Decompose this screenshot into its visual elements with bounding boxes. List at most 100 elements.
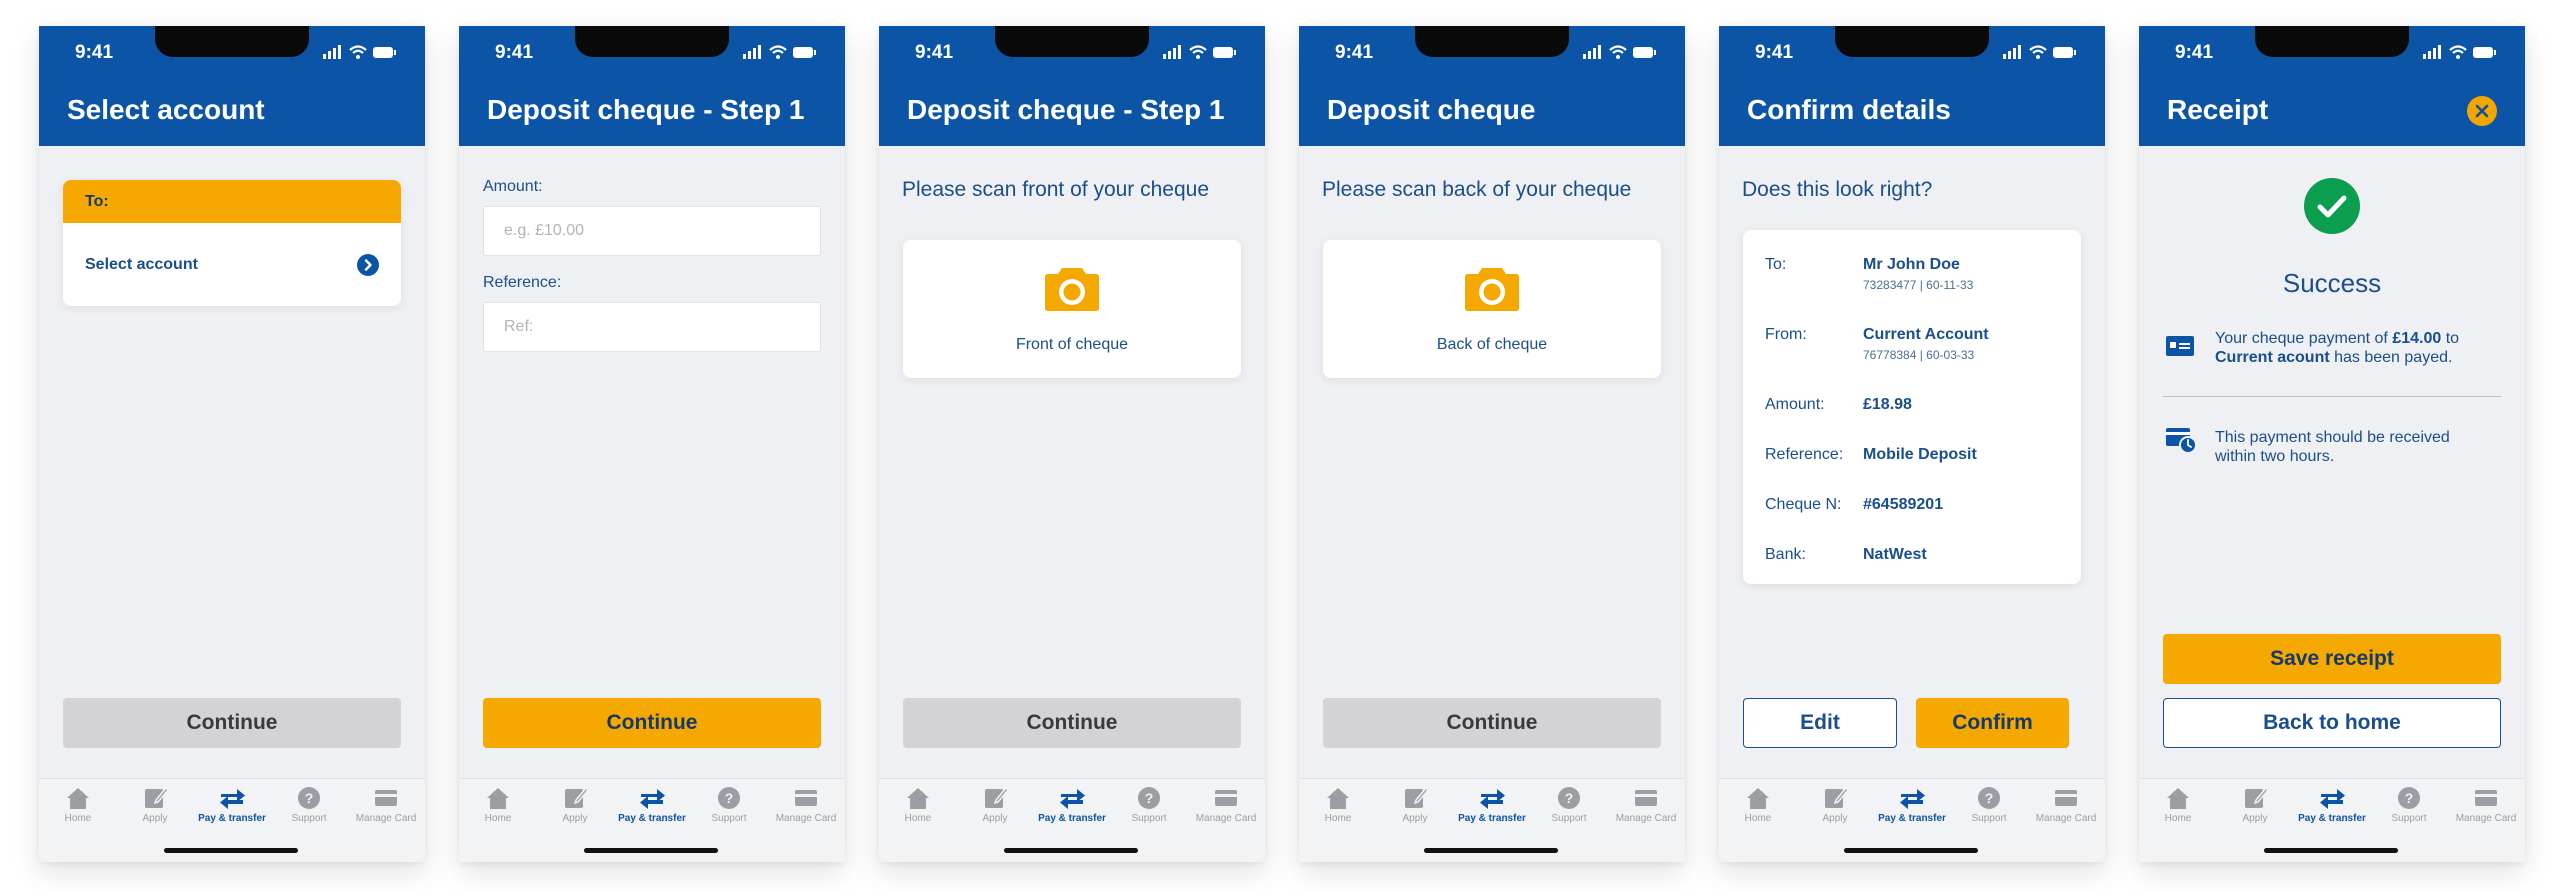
- screen-deposit-step1-amount: 9:41 Deposit cheque - Step 1 Amount: e.g…: [459, 26, 845, 862]
- back-to-home-button[interactable]: Back to home: [2163, 698, 2501, 748]
- tab-pay-transfer[interactable]: Pay & transfer: [613, 785, 691, 824]
- card-icon: [795, 790, 817, 806]
- close-button[interactable]: [2467, 96, 2497, 126]
- edit-form-icon: [2245, 786, 2269, 808]
- tab-manage-card[interactable]: Manage Card: [347, 785, 425, 824]
- detail-label: Amount:: [1765, 396, 1825, 413]
- tab-apply[interactable]: Apply: [1376, 785, 1454, 824]
- tab-home[interactable]: Home: [1719, 785, 1797, 824]
- tab-home[interactable]: Home: [2139, 785, 2217, 824]
- tab-apply[interactable]: Apply: [536, 785, 614, 824]
- tab-apply[interactable]: Apply: [116, 785, 194, 824]
- tab-manage-card[interactable]: Manage Card: [1187, 785, 1265, 824]
- detail-label: Cheque N:: [1765, 496, 1842, 513]
- scan-back-label: Back of cheque: [1436, 336, 1548, 353]
- transfer-arrows-icon: [1480, 789, 1505, 809]
- tab-label-apply: Apply: [1822, 813, 1848, 824]
- camera-icon: [1045, 268, 1099, 311]
- continue-button[interactable]: Continue: [483, 698, 821, 748]
- tab-apply[interactable]: Apply: [1796, 785, 1874, 824]
- msg-amount: £14.00: [2392, 330, 2442, 347]
- tab-pay-transfer[interactable]: Pay & transfer: [2293, 785, 2371, 824]
- save-receipt-button[interactable]: Save receipt: [2163, 634, 2501, 684]
- screen-scan-back: 9:41 Deposit cheque Please scan back of …: [1299, 26, 1685, 862]
- continue-button[interactable]: Continue: [903, 698, 1241, 748]
- amount-input[interactable]: e.g. £10.00: [483, 206, 821, 256]
- reference-label: Reference:: [483, 274, 562, 291]
- header: 9:41 Deposit cheque - Step 1: [879, 26, 1265, 146]
- notch: [1415, 26, 1569, 57]
- chevron-right-icon[interactable]: [357, 254, 379, 276]
- scan-front-card[interactable]: Front of cheque: [903, 240, 1241, 378]
- continue-button[interactable]: Continue: [63, 698, 401, 748]
- transfer-arrows-icon: [1900, 789, 1925, 809]
- question-icon: ?: [298, 787, 320, 809]
- edit-form-icon: [1405, 786, 1429, 808]
- tab-label-home: Home: [1744, 813, 1772, 824]
- card-icon: [2475, 790, 2497, 806]
- screen-scan-front: 9:41 Deposit cheque - Step 1 Please scan…: [879, 26, 1265, 862]
- tab-apply[interactable]: Apply: [2216, 785, 2294, 824]
- svg-text:?: ?: [725, 790, 734, 806]
- tab-home[interactable]: Home: [1299, 785, 1377, 824]
- to-header: To:: [63, 180, 401, 223]
- home-indicator: [1004, 848, 1138, 853]
- tab-label-manage-card: Manage Card: [2455, 813, 2517, 824]
- page-title: Deposit cheque - Step 1: [907, 94, 1225, 125]
- tab-label-manage-card: Manage Card: [2035, 813, 2097, 824]
- tab-label-support: Support: [1971, 813, 2007, 824]
- tab-support[interactable]: ? Support: [270, 785, 348, 824]
- screen-confirm-details: 9:41 Confirm details Does this look righ…: [1719, 26, 2105, 862]
- tab-manage-card[interactable]: Manage Card: [2447, 785, 2525, 824]
- tab-pay-transfer[interactable]: Pay & transfer: [1033, 785, 1111, 824]
- tab-apply[interactable]: Apply: [956, 785, 1034, 824]
- question-icon: ?: [718, 787, 740, 809]
- tab-pay-transfer[interactable]: Pay & transfer: [1453, 785, 1531, 824]
- tab-label-apply: Apply: [982, 813, 1008, 824]
- tab-label-home: Home: [2164, 813, 2192, 824]
- tab-support[interactable]: ? Support: [690, 785, 768, 824]
- notch: [2255, 26, 2409, 57]
- page-title: Deposit cheque - Step 1: [487, 94, 805, 125]
- page-title: Confirm details: [1747, 94, 1951, 125]
- tab-pay-transfer[interactable]: Pay & transfer: [193, 785, 271, 824]
- tab-label-apply: Apply: [562, 813, 588, 824]
- svg-text:?: ?: [305, 790, 314, 806]
- edit-button[interactable]: Edit: [1743, 698, 1897, 748]
- continue-button[interactable]: Continue: [1323, 698, 1661, 748]
- card-icon: [1215, 790, 1237, 806]
- success-check-icon: [2304, 178, 2360, 234]
- select-account-label: Select account: [85, 256, 198, 273]
- scan-back-card[interactable]: Back of cheque: [1323, 240, 1661, 378]
- tab-support[interactable]: ? Support: [2370, 785, 2448, 824]
- header: 9:41 Deposit cheque - Step 1: [459, 26, 845, 146]
- tab-support[interactable]: ? Support: [1950, 785, 2028, 824]
- account-select-card[interactable]: To: Select account: [63, 180, 401, 306]
- tab-support[interactable]: ? Support: [1530, 785, 1608, 824]
- tab-label-manage-card: Manage Card: [355, 813, 417, 824]
- confirm-question: Does this look right?: [1742, 178, 1933, 201]
- detail-value: #64589201: [1863, 496, 1944, 513]
- tab-home[interactable]: Home: [459, 785, 537, 824]
- notch: [1835, 26, 1989, 57]
- divider: [2163, 396, 2501, 397]
- status-time: 9:41: [915, 42, 954, 63]
- edit-form-icon: [145, 786, 169, 808]
- home-icon: [487, 788, 509, 809]
- detail-label: From:: [1765, 326, 1807, 343]
- reference-input[interactable]: Ref:: [483, 302, 821, 352]
- status-time: 9:41: [2175, 42, 2214, 63]
- tab-manage-card[interactable]: Manage Card: [2027, 785, 2105, 824]
- tab-manage-card[interactable]: Manage Card: [1607, 785, 1685, 824]
- notch: [575, 26, 729, 57]
- camera-icon: [1465, 268, 1519, 311]
- detail-sub: 73283477 | 60-11-33: [1863, 278, 1974, 292]
- tab-pay-transfer[interactable]: Pay & transfer: [1873, 785, 1951, 824]
- confirm-button[interactable]: Confirm: [1916, 698, 2069, 748]
- tab-home[interactable]: Home: [879, 785, 957, 824]
- tab-label-support: Support: [1551, 813, 1587, 824]
- tab-manage-card[interactable]: Manage Card: [767, 785, 845, 824]
- tab-label-manage-card: Manage Card: [775, 813, 837, 824]
- tab-support[interactable]: ? Support: [1110, 785, 1188, 824]
- tab-home[interactable]: Home: [39, 785, 117, 824]
